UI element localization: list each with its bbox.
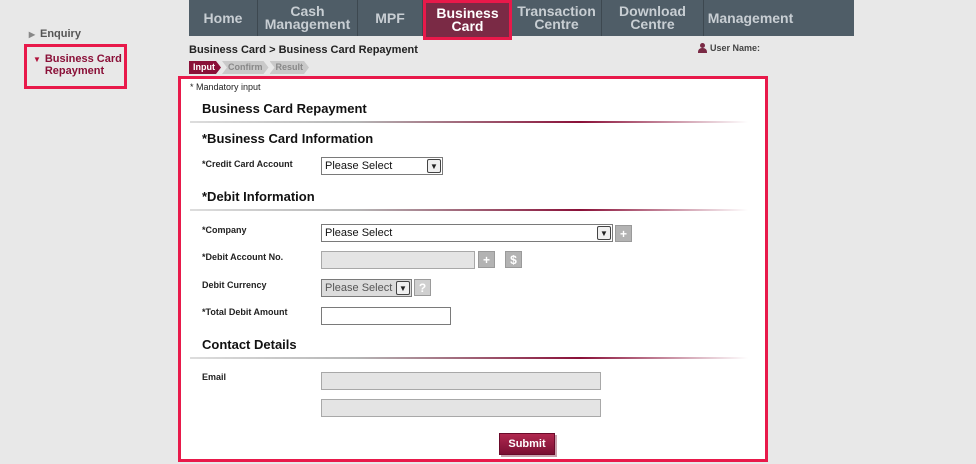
chevron-down-icon: ▼ [427, 159, 441, 173]
email-input-1[interactable] [321, 372, 601, 390]
credit-card-account-select[interactable]: Please Select ▼ [321, 157, 443, 175]
section-title-debit: *Debit Information [202, 189, 315, 204]
divider [190, 357, 748, 359]
chevron-down-icon: ▼ [597, 226, 611, 240]
magnifier-plus-icon: + [619, 226, 627, 241]
tab-mpf[interactable]: MPF [358, 0, 423, 36]
credit-card-account-value: Please Select [325, 160, 393, 172]
tab-transaction-centre[interactable]: Transaction Centre [512, 0, 602, 36]
sidebar-item-enquiry[interactable]: ▶ Enquiry [24, 28, 81, 44]
total-debit-amount-label: *Total Debit Amount [202, 307, 288, 317]
top-navigation: Home Cash Management MPF Business Card T… [189, 0, 854, 40]
tab-management[interactable]: Management [704, 0, 797, 36]
tab-cash-management[interactable]: Cash Management [258, 0, 358, 36]
debit-currency-label: Debit Currency [202, 280, 267, 290]
triangle-right-icon: ▶ [28, 30, 36, 39]
company-search-button[interactable]: + [615, 225, 632, 242]
step-result: Result [270, 61, 310, 74]
chevron-down-icon: ▼ [396, 281, 410, 295]
company-select[interactable]: Please Select ▼ [321, 224, 613, 242]
divider [190, 121, 748, 123]
tab-business-card[interactable]: Business Card [423, 0, 512, 40]
balance-button[interactable]: $ [505, 251, 522, 268]
magnifier-plus-icon: + [482, 252, 490, 267]
triangle-down-icon: ▼ [32, 55, 41, 64]
sidebar-item-business-card-repayment[interactable]: ▼ Business Card Repayment [24, 44, 127, 89]
debit-account-search-button[interactable]: + [478, 251, 495, 268]
debit-account-input[interactable] [321, 251, 475, 269]
breadcrumb: Business Card > Business Card Repayment [189, 44, 418, 56]
repayment-form-panel: * Mandatory input Business Card Repaymen… [178, 76, 768, 462]
user-name-label: User Name: [710, 43, 761, 53]
tab-download-centre[interactable]: Download Centre [602, 0, 704, 36]
debit-account-label: *Debit Account No. [202, 252, 284, 262]
mandatory-note: * Mandatory input [190, 82, 261, 92]
sidebar-item-label: Business Card Repayment [44, 53, 122, 77]
form-title: Business Card Repayment [202, 101, 367, 116]
progress-steps: Input Confirm Result [189, 61, 310, 74]
credit-card-account-label: *Credit Card Account [202, 159, 293, 169]
submit-button[interactable]: Submit [499, 433, 555, 455]
user-icon [698, 43, 707, 53]
section-title-business-card: *Business Card Information [202, 131, 374, 146]
email-input-2[interactable] [321, 399, 601, 417]
user-name: User Name: [698, 43, 760, 53]
step-input: Input [189, 61, 221, 74]
debit-currency-select[interactable]: Please Select ▼ [321, 279, 412, 297]
help-button[interactable]: ? [414, 279, 431, 296]
tab-home[interactable]: Home [189, 0, 258, 36]
step-confirm: Confirm [222, 61, 269, 74]
company-value: Please Select [325, 227, 393, 239]
sidebar-item-label: Enquiry [40, 28, 81, 40]
dollar-icon: $ [510, 252, 517, 267]
email-label: Email [202, 372, 227, 382]
total-debit-amount-input[interactable] [321, 307, 451, 325]
debit-currency-value: Please Select [325, 282, 393, 294]
divider [190, 209, 748, 211]
question-mark-icon: ? [418, 280, 427, 295]
company-label: *Company [202, 225, 247, 235]
section-title-contact: Contact Details [202, 337, 297, 352]
